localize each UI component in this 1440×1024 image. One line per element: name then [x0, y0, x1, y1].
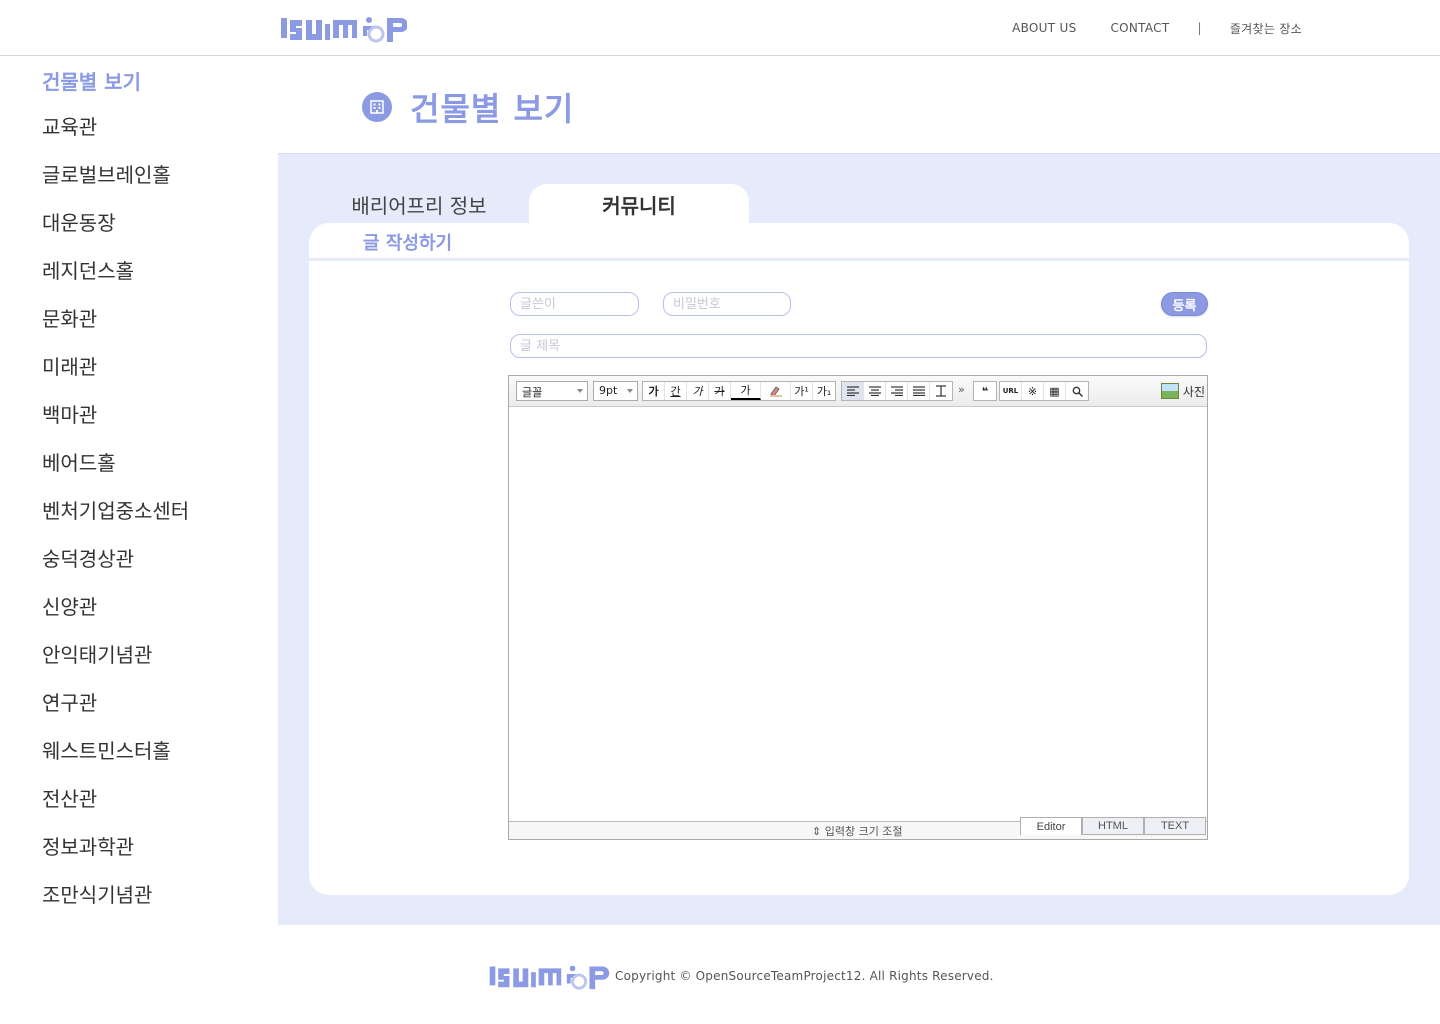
copyright-text: Copyright © OpenSourceTeamProject12. All…: [615, 969, 994, 983]
font-size-select[interactable]: 9pt: [593, 381, 638, 401]
password-input[interactable]: [663, 292, 791, 316]
subscript-button[interactable]: 가₁: [813, 382, 835, 400]
font-family-select[interactable]: 글꼴: [516, 381, 588, 401]
table-button[interactable]: ▦: [1044, 382, 1066, 400]
align-center-icon: [868, 386, 881, 396]
sidebar-item[interactable]: 베어드홀: [42, 450, 189, 498]
search-button[interactable]: [1066, 382, 1088, 400]
sidebar-title[interactable]: 건물별 보기: [42, 66, 141, 95]
chevron-down-icon: [627, 389, 633, 393]
nav-about-us[interactable]: ABOUT US: [1012, 21, 1076, 35]
sidebar-item[interactable]: 벤처기업중소센터: [42, 498, 189, 546]
sidebar-item[interactable]: 미래관: [42, 354, 189, 402]
nav-favorites[interactable]: 즐겨찾는 장소: [1230, 20, 1302, 37]
quote-button[interactable]: ❝: [974, 382, 996, 400]
sidebar-item[interactable]: 문화관: [42, 306, 189, 354]
align-left-icon: [846, 386, 859, 396]
nav-contact[interactable]: CONTACT: [1110, 21, 1169, 35]
footer: Copyright © OpenSourceTeamProject12. All…: [487, 958, 994, 992]
editor-mode-tabs: Editor HTML TEXT: [1020, 817, 1206, 835]
sidebar-item[interactable]: 전산관: [42, 786, 189, 834]
special-char-button[interactable]: ※: [1022, 382, 1044, 400]
align-justify-button[interactable]: [908, 382, 930, 400]
mode-editor-tab[interactable]: Editor: [1020, 817, 1082, 835]
mode-html-tab[interactable]: HTML: [1082, 817, 1144, 835]
write-post-heading: 글 작성하기: [363, 233, 453, 254]
font-family-value: 글꼴: [522, 386, 543, 399]
author-input[interactable]: [510, 292, 639, 316]
footer-logo: [489, 965, 610, 990]
ssu-map-logo: [281, 17, 407, 43]
site-logo[interactable]: [281, 10, 407, 44]
line-height-button[interactable]: [930, 382, 952, 400]
chevron-down-icon: [577, 389, 583, 393]
editor-toolbar: 글꼴 9pt 가 간 가 가 가 가¹ 가₁ » ❝ URL ※ ▦ 사진: [509, 376, 1207, 407]
editor-body[interactable]: [509, 407, 1207, 821]
highlight-color-button[interactable]: [761, 382, 791, 400]
strikethrough-button[interactable]: 가: [709, 382, 731, 400]
quote-group: ❝: [973, 381, 997, 401]
italic-button[interactable]: 가: [687, 382, 709, 400]
nav-separator: |: [1197, 21, 1202, 35]
page-heading: 건물별 보기: [362, 84, 574, 130]
superscript-button[interactable]: 가¹: [791, 382, 813, 400]
mode-text-tab[interactable]: TEXT: [1144, 817, 1206, 835]
building-list: 교육관 글로벌브레인홀 대운동장 레지던스홀 문화관 미래관 백마관 베어드홀 …: [42, 114, 189, 930]
sidebar-item[interactable]: 대운동장: [42, 210, 189, 258]
text-style-group: 가 간 가 가 가 가¹ 가₁: [642, 381, 836, 401]
font-color-button[interactable]: 가: [731, 382, 761, 400]
more-tools-button[interactable]: »: [958, 383, 965, 396]
sidebar-item[interactable]: 웨스트민스터홀: [42, 738, 189, 786]
page-title: 건물별 보기: [410, 90, 575, 128]
align-left-button[interactable]: [842, 382, 864, 400]
submit-button[interactable]: 등록: [1161, 292, 1208, 316]
alignment-group: [841, 381, 953, 401]
sidebar-item[interactable]: 레지던스홀: [42, 258, 189, 306]
search-icon: [1072, 386, 1083, 397]
align-right-button[interactable]: [886, 382, 908, 400]
sidebar-item[interactable]: 정보과학관: [42, 834, 189, 882]
photo-label: 사진: [1182, 384, 1205, 399]
sidebar-item[interactable]: 조만식기념관: [42, 882, 189, 930]
rich-text-editor: 글꼴 9pt 가 간 가 가 가 가¹ 가₁ » ❝ URL ※ ▦ 사진 ⇕ …: [508, 375, 1208, 840]
header: ABOUT US CONTACT | 즐겨찾는 장소: [0, 0, 1440, 56]
building-sidebar: 건물별 보기 교육관 글로벌브레인홀 대운동장 레지던스홀 문화관 미래관 백마…: [0, 56, 278, 926]
sidebar-item[interactable]: 안익태기념관: [42, 642, 189, 690]
url-button[interactable]: URL: [1000, 382, 1022, 400]
align-justify-icon: [912, 386, 925, 396]
underline-button[interactable]: 간: [665, 382, 687, 400]
sidebar-item[interactable]: 연구관: [42, 690, 189, 738]
align-center-button[interactable]: [864, 382, 886, 400]
post-title-input[interactable]: [510, 334, 1207, 358]
insert-group: URL ※ ▦: [999, 381, 1089, 401]
editor-footer: ⇕ 입력창 크기 조절 Editor HTML TEXT: [509, 817, 1207, 839]
sidebar-item[interactable]: 글로벌브레인홀: [42, 162, 189, 210]
bold-button[interactable]: 가: [643, 382, 665, 400]
sidebar-item[interactable]: 교육관: [42, 114, 189, 162]
sidebar-item[interactable]: 숭덕경상관: [42, 546, 189, 594]
card-header: 글 작성하기: [309, 223, 1409, 261]
tab-community[interactable]: 커뮤니티: [529, 184, 749, 224]
sidebar-item[interactable]: 신양관: [42, 594, 189, 642]
image-icon: [1160, 383, 1179, 399]
align-right-icon: [890, 386, 903, 396]
line-height-icon: [936, 385, 946, 397]
tab-barrier-free[interactable]: 배리어프리 정보: [330, 184, 508, 224]
resize-handle[interactable]: ⇕ 입력창 크기 조절: [812, 823, 903, 839]
top-nav: ABOUT US CONTACT | 즐겨찾는 장소: [1012, 0, 1302, 56]
sidebar-item[interactable]: 백마관: [42, 402, 189, 450]
highlighter-icon: [769, 386, 782, 397]
photo-button[interactable]: 사진: [1160, 380, 1205, 402]
font-size-value: 9pt: [599, 384, 618, 397]
building-icon: [362, 92, 392, 122]
